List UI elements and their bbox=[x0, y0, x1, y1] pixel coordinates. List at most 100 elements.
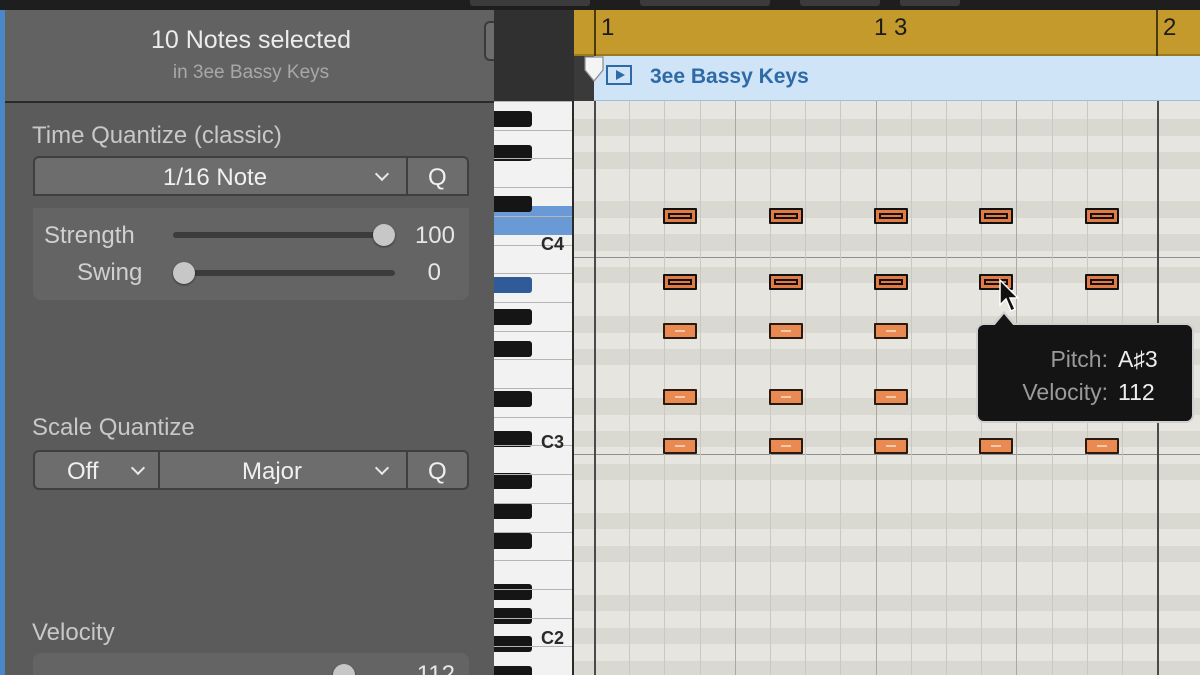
octave-line bbox=[574, 454, 1200, 455]
midi-note-selected[interactable] bbox=[1085, 208, 1119, 224]
black-key[interactable] bbox=[494, 473, 532, 489]
midi-note[interactable] bbox=[979, 438, 1013, 454]
swing-slider[interactable] bbox=[173, 270, 395, 276]
midi-note[interactable] bbox=[874, 323, 908, 339]
pitch-lane bbox=[574, 644, 1200, 660]
octave-line bbox=[574, 257, 1200, 258]
pitch-lane bbox=[574, 545, 1200, 563]
swing-slider-thumb[interactable] bbox=[173, 262, 195, 284]
black-key[interactable] bbox=[494, 608, 532, 624]
white-key-divider bbox=[494, 273, 572, 275]
midi-note[interactable] bbox=[663, 438, 697, 454]
midi-note-selected[interactable] bbox=[663, 274, 697, 290]
pitch-lane bbox=[574, 119, 1200, 136]
pitch-lane bbox=[574, 579, 1200, 595]
black-key[interactable] bbox=[494, 111, 532, 127]
black-key[interactable] bbox=[494, 391, 532, 407]
black-key[interactable] bbox=[494, 584, 532, 600]
time-quantize-title: Time Quantize (classic) bbox=[32, 122, 282, 149]
midi-note-selected[interactable] bbox=[1085, 274, 1119, 290]
scale-quantize-q-button[interactable]: Q bbox=[406, 450, 469, 490]
swing-value: 0 bbox=[427, 259, 441, 286]
midi-note-selected[interactable] bbox=[663, 208, 697, 224]
grid-line bbox=[805, 101, 807, 675]
white-key-divider bbox=[494, 617, 572, 619]
white-key-divider bbox=[494, 215, 572, 217]
white-key-divider bbox=[494, 129, 572, 131]
white-key-divider bbox=[494, 474, 572, 476]
white-key-divider bbox=[494, 502, 572, 504]
midi-note[interactable] bbox=[663, 389, 697, 405]
grid-line bbox=[664, 101, 666, 675]
selection-region-name: in 3ee Bassy Keys bbox=[172, 62, 330, 83]
grid-line bbox=[629, 101, 631, 675]
grid-line bbox=[840, 101, 842, 675]
pitch-lane bbox=[574, 169, 1200, 185]
piano-keyboard[interactable]: C4 C3 C2 bbox=[494, 101, 574, 675]
white-key-divider bbox=[494, 588, 572, 590]
white-key-divider bbox=[494, 330, 572, 332]
midi-note-selected[interactable] bbox=[874, 208, 908, 224]
midi-note[interactable] bbox=[874, 389, 908, 405]
pitch-lane bbox=[574, 497, 1200, 513]
white-key-divider bbox=[494, 416, 572, 418]
note-info-tooltip: Pitch: A♯3 Velocity: 112 bbox=[976, 311, 1194, 423]
playhead-icon[interactable] bbox=[584, 56, 604, 82]
piano-roll-window: 10 Notes selected in 3ee Bassy Keys Time… bbox=[0, 0, 1200, 675]
selection-count: 10 Notes selected bbox=[150, 26, 352, 54]
midi-note[interactable] bbox=[663, 323, 697, 339]
tooltip-pitch-value: A♯3 bbox=[1118, 346, 1158, 372]
piano-roll-inspector: 10 Notes selected in 3ee Bassy Keys Time… bbox=[0, 10, 494, 675]
key-label-c2: C2 bbox=[540, 628, 564, 648]
pitch-lane bbox=[574, 627, 1200, 645]
midi-note[interactable] bbox=[1085, 438, 1119, 454]
midi-note-selected[interactable] bbox=[769, 274, 803, 290]
black-key[interactable] bbox=[494, 196, 532, 212]
black-key[interactable] bbox=[494, 503, 532, 519]
midi-note[interactable] bbox=[769, 323, 803, 339]
black-key[interactable] bbox=[494, 666, 532, 675]
scale-quantize-scale-dropdown[interactable]: Major bbox=[158, 450, 408, 490]
grid-line bbox=[770, 101, 771, 675]
pitch-lane bbox=[574, 529, 1200, 545]
pitch-lane bbox=[574, 136, 1200, 152]
grid-line bbox=[910, 101, 912, 675]
ruler-marker-bar-1: 1 bbox=[601, 14, 615, 41]
velocity-slider-thumb[interactable] bbox=[333, 664, 355, 675]
black-key[interactable] bbox=[494, 309, 532, 325]
white-key-divider bbox=[494, 101, 572, 102]
midi-note-selected[interactable] bbox=[769, 208, 803, 224]
keyboard-header bbox=[494, 10, 574, 101]
pitch-lane bbox=[574, 562, 1200, 578]
midi-note[interactable] bbox=[874, 438, 908, 454]
scale-quantize-mode-dropdown[interactable]: Off bbox=[33, 450, 160, 490]
black-key[interactable] bbox=[494, 341, 532, 357]
midi-note-selected[interactable] bbox=[874, 274, 908, 290]
tooltip-velocity-value: 112 bbox=[1118, 379, 1155, 405]
midi-note[interactable] bbox=[769, 438, 803, 454]
white-key-divider bbox=[494, 301, 572, 303]
midi-note[interactable] bbox=[769, 389, 803, 405]
time-quantize-value-dropdown[interactable]: 1/16 Note bbox=[33, 156, 408, 196]
pitch-lane bbox=[574, 463, 1200, 481]
velocity-panel: 112 bbox=[33, 653, 469, 675]
grid-line bbox=[875, 101, 877, 675]
midi-note-selected[interactable] bbox=[979, 208, 1013, 224]
region-header[interactable]: 3ee Bassy Keys bbox=[594, 56, 1200, 101]
white-key-divider bbox=[494, 531, 572, 533]
time-quantize-q-button[interactable]: Q bbox=[406, 156, 469, 196]
play-icon[interactable] bbox=[606, 65, 632, 85]
strength-slider[interactable] bbox=[173, 232, 395, 238]
black-key[interactable] bbox=[494, 277, 532, 293]
bar-ruler[interactable]: 1 1 3 2 bbox=[574, 10, 1200, 56]
selection-header: 10 Notes selected in 3ee Bassy Keys bbox=[5, 10, 494, 103]
pitch-lane bbox=[574, 103, 1200, 119]
black-key[interactable] bbox=[494, 636, 532, 652]
white-key-divider bbox=[494, 560, 572, 562]
key-label-c4: C4 bbox=[540, 234, 564, 254]
ruler-marker-beat-3: 1 3 bbox=[874, 14, 908, 41]
region-name: 3ee Bassy Keys bbox=[650, 65, 809, 88]
black-key[interactable] bbox=[494, 533, 532, 549]
pitch-lane bbox=[574, 152, 1200, 169]
white-key-divider bbox=[494, 359, 572, 361]
